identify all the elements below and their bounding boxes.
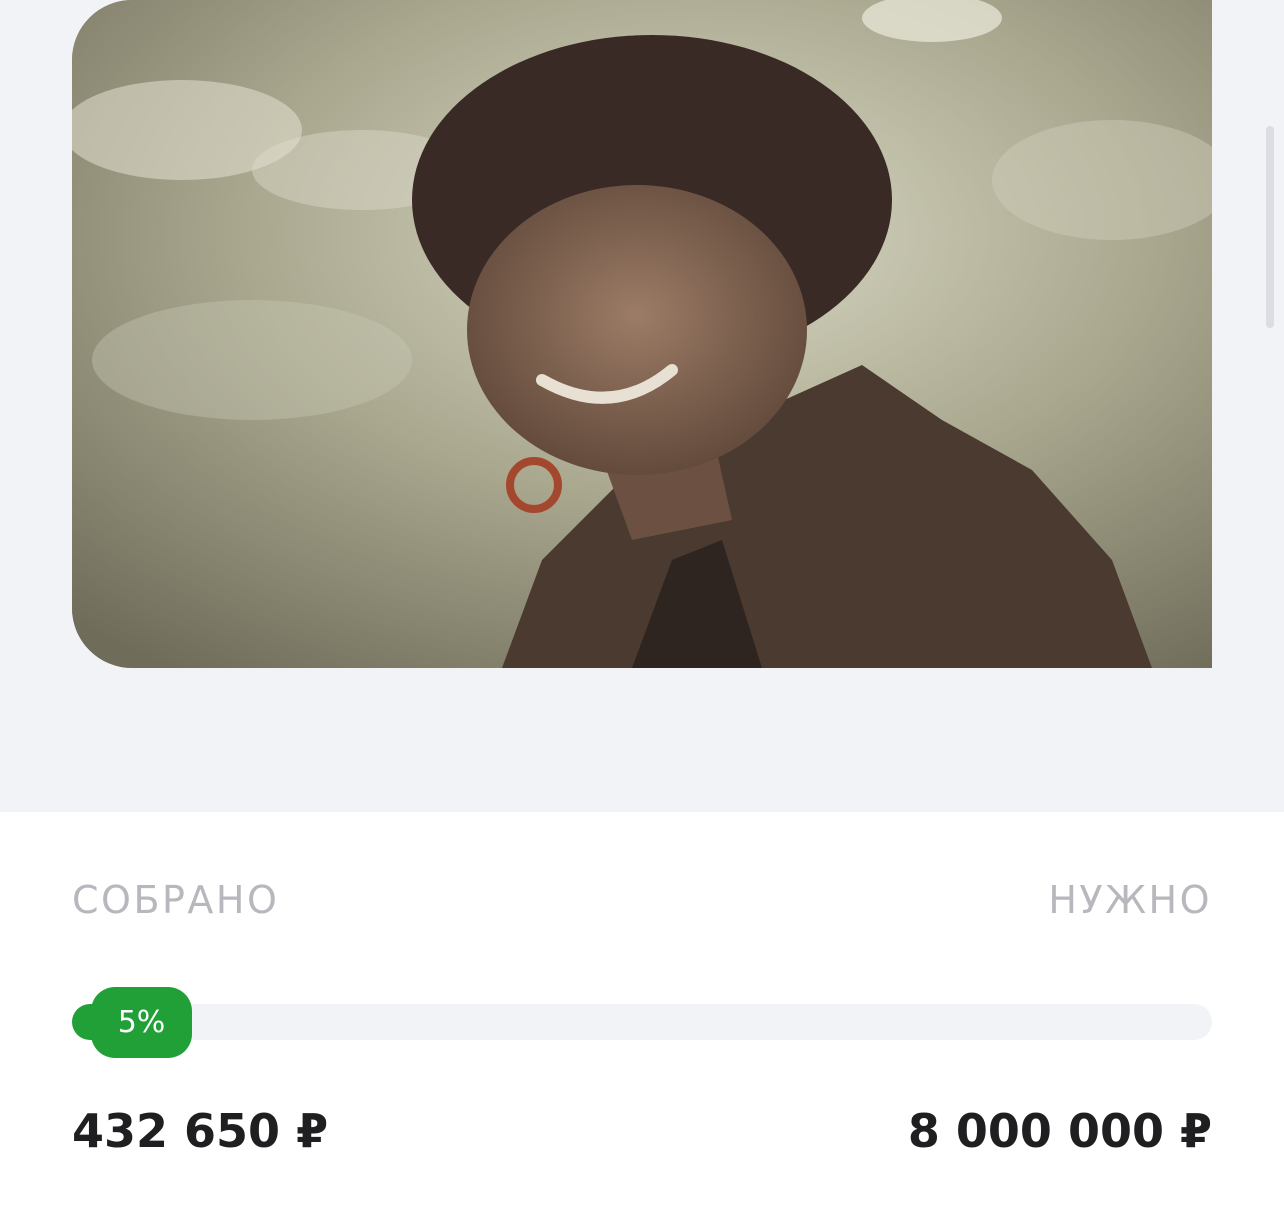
needed-label: НУЖНО [1048, 878, 1212, 922]
scrollbar[interactable] [1266, 126, 1274, 328]
fundraising-stats: СОБРАНО НУЖНО 5% 432 650 ₽ 8 000 000 ₽ [0, 812, 1284, 1224]
progress-percent-badge: 5% [91, 987, 192, 1058]
collected-label: СОБРАНО [72, 878, 280, 922]
fundraiser-photo [72, 0, 1212, 668]
collected-amount: 432 650 ₽ [72, 1104, 329, 1158]
progress-bar [72, 1004, 1212, 1040]
needed-amount: 8 000 000 ₽ [907, 1104, 1212, 1158]
photo-section [0, 0, 1284, 812]
